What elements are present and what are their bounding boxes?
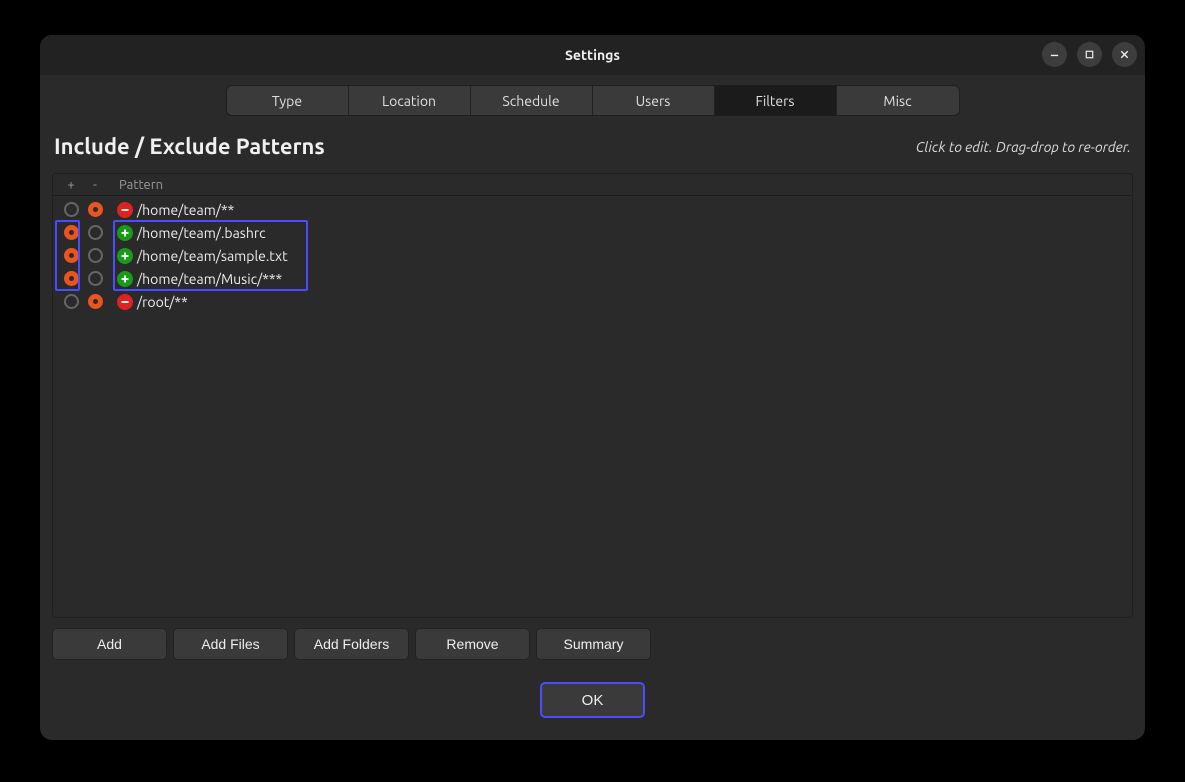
- include-icon: [117, 248, 133, 264]
- plus-radio-cell[interactable]: [59, 225, 83, 240]
- close-button[interactable]: [1112, 42, 1137, 67]
- pattern-list: + - Pattern /home/team/** /home/team/.bas…: [52, 173, 1133, 618]
- action-button-row: Add Add Files Add Folders Remove Summary: [40, 618, 1145, 660]
- settings-window: Settings Type Location Schedule Users Fi…: [40, 35, 1145, 740]
- column-headers: + - Pattern: [53, 174, 1132, 196]
- window-title: Settings: [565, 47, 620, 63]
- tabs: Type Location Schedule Users Filters Mis…: [226, 85, 960, 116]
- plus-radio[interactable]: [64, 271, 79, 286]
- tab-schedule[interactable]: Schedule: [471, 86, 593, 115]
- maximize-button[interactable]: [1077, 42, 1102, 67]
- exclude-icon: [117, 202, 133, 218]
- window-controls: [1042, 42, 1137, 67]
- minus-radio-cell[interactable]: [83, 248, 107, 263]
- add-folders-button[interactable]: Add Folders: [294, 628, 409, 660]
- minimize-button[interactable]: [1042, 42, 1067, 67]
- plus-radio[interactable]: [64, 294, 79, 309]
- plus-radio[interactable]: [64, 202, 79, 217]
- minus-radio-cell[interactable]: [83, 271, 107, 286]
- hint-text: Click to edit. Drag-drop to re-order.: [916, 139, 1131, 155]
- column-pattern[interactable]: Pattern: [119, 178, 163, 192]
- pattern-text[interactable]: /home/team/sample.txt: [137, 248, 288, 264]
- titlebar: Settings: [40, 35, 1145, 75]
- pattern-row[interactable]: /home/team/**: [53, 198, 1132, 221]
- include-icon: [117, 271, 133, 287]
- minus-radio[interactable]: [88, 248, 103, 263]
- pattern-row[interactable]: /home/team/Music/***: [53, 267, 1132, 290]
- column-plus[interactable]: +: [59, 178, 83, 192]
- tab-users[interactable]: Users: [593, 86, 715, 115]
- column-minus[interactable]: -: [83, 178, 107, 192]
- rows-container: /home/team/** /home/team/.bashrc/home/tea…: [53, 196, 1132, 313]
- page-title: Include / Exclude Patterns: [54, 134, 325, 159]
- tab-location[interactable]: Location: [349, 86, 471, 115]
- pattern-row[interactable]: /root/**: [53, 290, 1132, 313]
- minus-radio[interactable]: [88, 294, 103, 309]
- tab-misc[interactable]: Misc: [837, 86, 959, 115]
- include-icon: [117, 225, 133, 241]
- plus-radio-cell[interactable]: [59, 294, 83, 309]
- pattern-text[interactable]: /home/team/**: [137, 202, 234, 218]
- pattern-text[interactable]: /home/team/Music/***: [137, 271, 282, 287]
- plus-radio-cell[interactable]: [59, 271, 83, 286]
- minus-radio-cell[interactable]: [83, 225, 107, 240]
- remove-button[interactable]: Remove: [415, 628, 530, 660]
- ok-button[interactable]: OK: [540, 682, 645, 718]
- plus-radio[interactable]: [64, 225, 79, 240]
- add-files-button[interactable]: Add Files: [173, 628, 288, 660]
- minus-radio-cell[interactable]: [83, 294, 107, 309]
- pattern-row[interactable]: /home/team/.bashrc: [53, 221, 1132, 244]
- ok-row: OK: [40, 660, 1145, 718]
- exclude-icon: [117, 294, 133, 310]
- pattern-text[interactable]: /home/team/.bashrc: [137, 225, 266, 241]
- page-header: Include / Exclude Patterns Click to edit…: [40, 128, 1145, 173]
- minus-radio-cell[interactable]: [83, 202, 107, 217]
- pattern-text[interactable]: /root/**: [137, 294, 188, 310]
- plus-radio-cell[interactable]: [59, 248, 83, 263]
- tabbar: Type Location Schedule Users Filters Mis…: [40, 75, 1145, 128]
- tab-type[interactable]: Type: [227, 86, 349, 115]
- minus-radio[interactable]: [88, 271, 103, 286]
- add-button[interactable]: Add: [52, 628, 167, 660]
- summary-button[interactable]: Summary: [536, 628, 651, 660]
- minus-radio[interactable]: [88, 202, 103, 217]
- plus-radio-cell[interactable]: [59, 202, 83, 217]
- minus-radio[interactable]: [88, 225, 103, 240]
- plus-radio[interactable]: [64, 248, 79, 263]
- pattern-row[interactable]: /home/team/sample.txt: [53, 244, 1132, 267]
- tab-filters[interactable]: Filters: [715, 86, 837, 115]
